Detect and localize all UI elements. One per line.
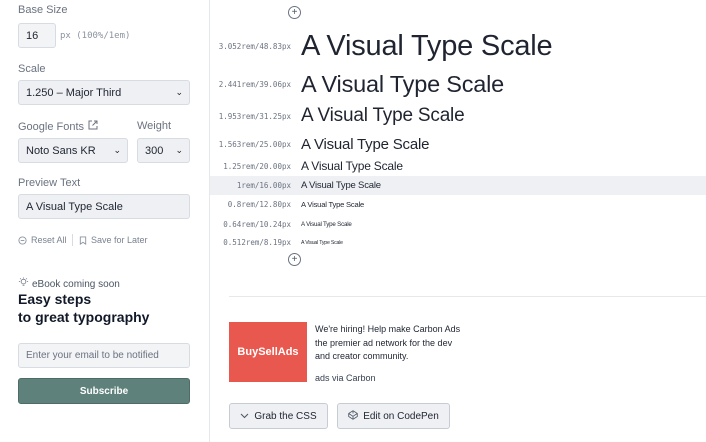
scale-row: 0.64rem/10.24px A Visual Type Scale (210, 218, 706, 230)
ebook-heading-line1: Easy steps (18, 291, 92, 307)
plus-circle-icon[interactable]: + (288, 253, 301, 266)
scale-select[interactable]: 1.250 – Major Third ⌄ (18, 80, 190, 105)
base-size-unit: px (100%/1em) (60, 31, 131, 41)
scale-row: 0.8rem/12.80px A Visual Type Scale (210, 198, 706, 211)
preview-text-label: Preview Text (18, 177, 81, 189)
size-label: 0.8rem/12.80px (227, 200, 291, 209)
sample-text: A Visual Type Scale (301, 70, 505, 97)
size-label: 1rem/16.00px (236, 181, 291, 190)
edit-codepen-label: Edit on CodePen (363, 410, 439, 422)
weight-select[interactable]: 300 ⌄ (137, 138, 190, 163)
save-for-later-button[interactable]: Save for Later (79, 235, 148, 245)
ad-text[interactable]: We're hiring! Help make Carbon Ads the p… (315, 323, 465, 364)
sample-text: A Visual Type Scale (301, 200, 365, 209)
sample-text: A Visual Type Scale (301, 135, 430, 153)
email-field[interactable]: Enter your email to be notified (18, 343, 190, 368)
ebook-tag-label: eBook coming soon (32, 278, 120, 290)
reset-icon (18, 235, 27, 245)
sample-text: A Visual Type Scale (301, 29, 553, 62)
chevron-down-icon: ⌄ (175, 87, 183, 97)
divider (229, 296, 706, 297)
ad-via-link[interactable]: ads via Carbon (315, 373, 376, 383)
size-label: 1.25rem/20.00px (223, 161, 291, 171)
scale-row: 2.441rem/39.06px A Visual Type Scale (210, 71, 706, 97)
scale-row-base: 1rem/16.00px A Visual Type Scale (210, 176, 706, 195)
subscribe-button[interactable]: Subscribe (18, 378, 190, 404)
size-label: 2.441rem/39.06px (218, 79, 291, 89)
lightbulb-icon (18, 277, 29, 291)
size-label: 3.052rem/48.83px (218, 41, 291, 51)
bookmark-icon (79, 235, 87, 245)
grab-css-label: Grab the CSS (254, 410, 317, 422)
scale-row: 1.563rem/25.00px A Visual Type Scale (210, 135, 706, 153)
google-fonts-select[interactable]: Noto Sans KR ⌄ (18, 138, 128, 163)
link-divider (72, 234, 73, 246)
sample-text: A Visual Type Scale (301, 159, 403, 173)
ebook-tag: eBook coming soon (18, 277, 120, 291)
plus-circle-icon[interactable]: + (288, 6, 301, 19)
scale-row: 0.512rem/8.19px A Visual Type Scale (210, 237, 706, 248)
codepen-icon (348, 409, 358, 423)
scale-label: Scale (18, 63, 46, 75)
base-size-label: Base Size (18, 4, 68, 16)
scale-selected-value: 1.250 – Major Third (26, 86, 122, 99)
scale-row: 1.953rem/31.25px A Visual Type Scale (210, 105, 706, 127)
reset-all-button[interactable]: Reset All (18, 235, 67, 245)
size-label: 1.953rem/31.25px (218, 111, 291, 121)
sidebar: Base Size 16 px (100%/1em) Scale 1.250 –… (0, 0, 210, 442)
base-size-input[interactable]: 16 (18, 23, 56, 48)
chevron-down-icon (240, 411, 249, 422)
size-label: 1.563rem/25.00px (218, 139, 291, 149)
save-for-later-label: Save for Later (91, 235, 148, 245)
ebook-heading: Easy steps to great typography (18, 290, 149, 326)
weight-label: Weight (137, 120, 172, 132)
google-fonts-label: Google Fonts (18, 120, 85, 133)
font-selected-value: Noto Sans KR (26, 144, 96, 157)
weight-selected-value: 300 (145, 144, 164, 157)
edit-codepen-button[interactable]: Edit on CodePen (337, 403, 450, 429)
preview-text-input[interactable]: A Visual Type Scale (18, 194, 190, 219)
ad-image[interactable]: BuySellAds (229, 322, 307, 382)
sample-text: A Visual Type Scale (301, 220, 352, 228)
sample-text: A Visual Type Scale (301, 105, 465, 126)
scale-row: 1.25rem/20.00px A Visual Type Scale (210, 158, 706, 174)
grab-css-button[interactable]: Grab the CSS (229, 403, 328, 429)
sample-text: A Visual Type Scale (301, 180, 381, 191)
external-link-icon[interactable] (88, 120, 98, 133)
google-fonts-label-wrap: Google Fonts (18, 120, 98, 133)
chevron-down-icon: ⌄ (175, 145, 183, 155)
sample-text: A Visual Type Scale (301, 239, 343, 246)
size-label: 0.512rem/8.19px (223, 238, 291, 247)
size-label: 0.64rem/10.24px (223, 219, 291, 229)
chevron-down-icon: ⌄ (113, 145, 121, 155)
reset-all-label: Reset All (31, 235, 67, 245)
ebook-heading-line2: to great typography (18, 309, 150, 325)
scale-row: 3.052rem/48.83px A Visual Type Scale (210, 30, 706, 62)
